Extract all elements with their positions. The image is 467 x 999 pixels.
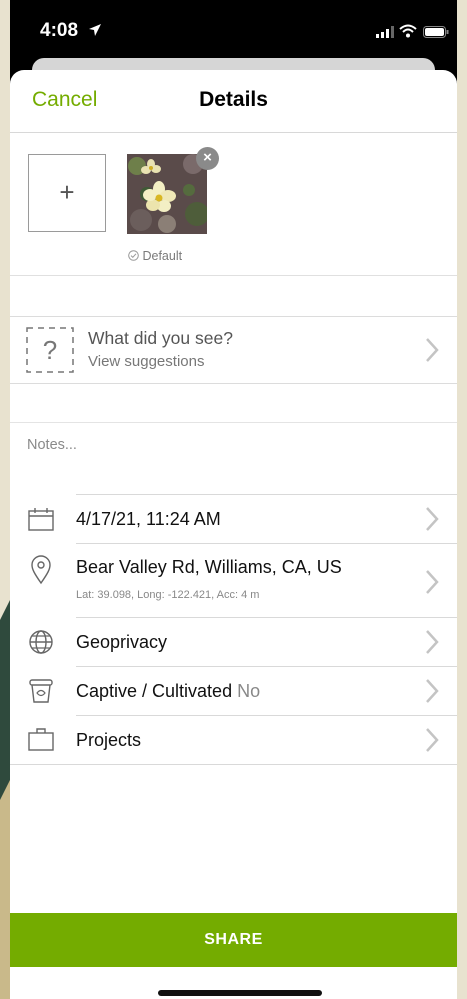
wifi-icon — [399, 24, 417, 38]
add-photo-button[interactable]: + — [28, 154, 106, 232]
date-value: 4/17/21, 11:24 AM — [76, 509, 221, 529]
page-title: Details — [199, 88, 268, 111]
battery-icon — [423, 26, 449, 38]
row-divider — [76, 617, 457, 618]
planter-icon — [29, 679, 53, 703]
default-photo-label: Default — [128, 249, 182, 263]
species-prompt: What did you see? — [88, 328, 233, 348]
notes-field[interactable]: Notes... — [27, 437, 77, 453]
phone-screen: 4:08 Cancel Details + × Default ? What d… — [10, 0, 457, 999]
captive-row[interactable]: Captive / Cultivated No — [10, 666, 457, 715]
default-label-text: Default — [142, 249, 183, 263]
projects-label: Projects — [76, 730, 142, 750]
location-coordinates: Lat: 39.098, Long: -122.421, Acc: 4 m — [76, 589, 260, 601]
calendar-icon — [28, 508, 54, 531]
captive-label: Captive / Cultivated No — [76, 681, 260, 702]
list-bottom-divider — [10, 764, 457, 765]
check-circle-icon — [128, 250, 139, 261]
globe-icon — [29, 630, 53, 654]
svg-text:?: ? — [43, 335, 57, 365]
chevron-right-icon — [426, 338, 439, 362]
unknown-species-icon: ? — [26, 327, 74, 373]
location-arrow-icon — [89, 24, 101, 36]
status-time: 4:08 — [40, 20, 79, 41]
species-picker[interactable]: ? What did you see? View suggestions — [10, 316, 457, 384]
chevron-right-icon — [426, 507, 439, 531]
projects-row[interactable]: Projects — [10, 715, 457, 764]
captive-label-text: Captive / Cultivated — [76, 681, 233, 701]
navigation-bar: Cancel Details — [10, 70, 457, 133]
row-divider — [76, 715, 457, 716]
details-sheet: Cancel Details + × Default ? What did yo… — [10, 70, 457, 999]
photo-section: + × Default — [10, 132, 457, 276]
row-divider — [76, 543, 457, 544]
status-bar: 4:08 — [10, 0, 457, 60]
chevron-right-icon — [426, 679, 439, 703]
geoprivacy-label: Geoprivacy — [76, 632, 168, 652]
chevron-right-icon — [426, 570, 439, 594]
home-indicator[interactable] — [158, 990, 322, 996]
chevron-right-icon — [426, 630, 439, 654]
remove-photo-button[interactable]: × — [196, 147, 219, 170]
location-pin-icon — [31, 555, 51, 585]
chevron-right-icon — [426, 728, 439, 752]
location-row[interactable]: Bear Valley Rd, Williams, CA, US Lat: 39… — [10, 543, 457, 617]
row-divider — [76, 494, 457, 495]
date-row[interactable]: 4/17/21, 11:24 AM — [10, 494, 457, 543]
row-divider — [76, 666, 457, 667]
flower-photo — [127, 154, 207, 234]
captive-value: No — [237, 681, 261, 701]
location-value: Bear Valley Rd, Williams, CA, US — [76, 557, 342, 577]
briefcase-icon — [28, 728, 54, 751]
view-suggestions-link[interactable]: View suggestions — [88, 353, 204, 370]
share-button[interactable]: SHARE — [10, 913, 457, 967]
cellular-signal-icon — [376, 26, 394, 38]
photo-thumbnail[interactable] — [127, 154, 207, 234]
geoprivacy-row[interactable]: Geoprivacy — [10, 617, 457, 666]
section-spacer — [10, 382, 457, 423]
